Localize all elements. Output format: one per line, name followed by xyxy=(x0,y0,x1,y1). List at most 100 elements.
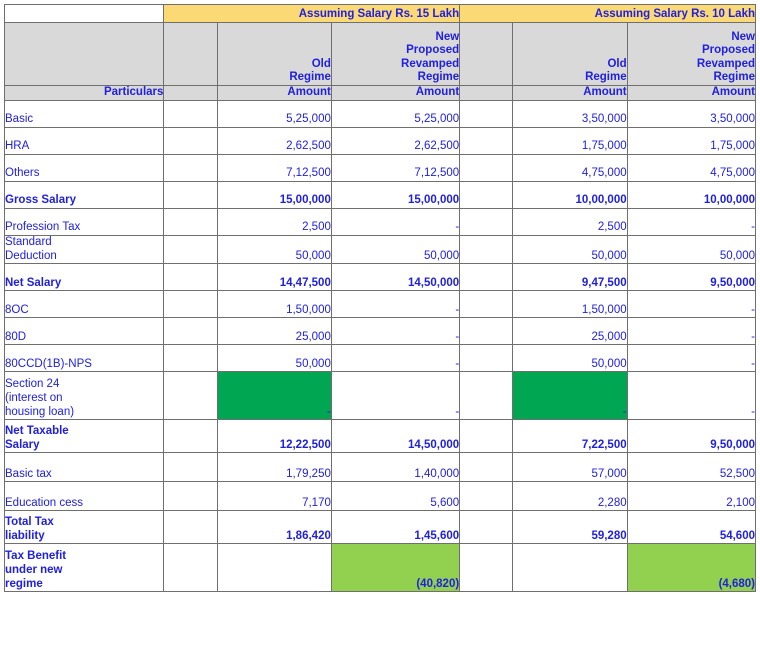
row-label-section24-line2: (interest on xyxy=(5,392,63,404)
row-old10-basic: 3,50,000 xyxy=(512,100,628,128)
regime-header-row: Old Regime New Proposed Revamped Regime … xyxy=(3,22,757,86)
row-gap-10-ptax xyxy=(459,208,514,236)
row-new10-benefit-highlight: (4,680) xyxy=(626,543,757,593)
table-row: Standard Deduction 50,000 50,000 50,000 … xyxy=(3,234,757,265)
row-gap-10-netsal xyxy=(459,263,514,292)
header-new-regime-10-line4: Regime xyxy=(713,71,755,84)
table-row: HRA 2,62,500 2,62,500 1,75,000 1,75,000 xyxy=(3,127,757,155)
table-row-summary: Net Taxable Salary 12,22,500 14,50,000 7… xyxy=(3,419,757,454)
row-label-tax-benefit-line1: Tax Benefit xyxy=(5,550,67,563)
row-label-hra: HRA xyxy=(3,127,165,155)
row-old10-80ccd: 50,000 xyxy=(512,344,628,373)
table-row: Basic tax 1,79,250 1,40,000 57,000 52,50… xyxy=(3,452,757,483)
row-gap-10-sec24 xyxy=(459,371,514,421)
row-old10-80c: 1,50,000 xyxy=(512,290,628,319)
row-old10-cess: 2,280 xyxy=(512,481,628,512)
row-gap-15-sec24 xyxy=(163,371,218,421)
row-gap-15-gross xyxy=(163,181,218,209)
row-new15-btax: 1,40,000 xyxy=(330,452,461,483)
row-new10-total: 54,600 xyxy=(626,510,757,545)
header-new-regime-10-line1: New xyxy=(731,30,755,43)
row-new15-benefit-highlight: (40,820) xyxy=(330,543,461,593)
row-old10-gross: 10,00,000 xyxy=(512,181,628,209)
row-label-total-tax-line2: liability xyxy=(5,529,45,542)
tax-comparison-table: Assuming Salary Rs. 15 Lakh Assuming Sal… xyxy=(3,4,757,593)
row-gap-15-cess xyxy=(163,481,218,512)
header-amount-new-10: Amount xyxy=(626,85,757,101)
table-row: Basic 5,25,000 5,25,000 3,50,000 3,50,00… xyxy=(3,100,757,128)
table-row: Education cess 7,170 5,600 2,280 2,100 xyxy=(3,481,757,512)
row-gap-15-benefit xyxy=(163,543,218,593)
header-old-regime-15-line1: Old xyxy=(311,57,331,70)
amount-header-row: Particulars Amount Amount Amount Amount xyxy=(3,85,757,101)
header-amount-new-15: Amount xyxy=(330,85,461,101)
row-old10-btax: 57,000 xyxy=(512,452,628,483)
header-amount-old-15: Amount xyxy=(216,85,332,101)
header-old-regime-10-line2: Regime xyxy=(585,71,627,84)
row-old10-benefit xyxy=(512,543,628,593)
row-new10-gross: 10,00,000 xyxy=(626,181,757,209)
header-amount-gap-10 xyxy=(459,85,514,101)
table-row: 80D 25,000 - 25,000 - xyxy=(3,317,757,346)
row-label-total-tax: Total Tax liability xyxy=(3,510,165,545)
row-old10-netsal: 9,47,500 xyxy=(512,263,628,292)
row-label-80c: 8OC xyxy=(3,290,165,319)
row-gap-15-ptax xyxy=(163,208,218,236)
row-label-80ccd: 80CCD(1B)-NPS xyxy=(3,344,165,373)
row-new15-basic: 5,25,000 xyxy=(330,100,461,128)
row-gap-15-sd xyxy=(163,234,218,265)
header-new-regime-10: New Proposed Revamped Regime xyxy=(626,22,757,86)
header-gap-15 xyxy=(163,22,218,86)
corner-blank-cell xyxy=(3,4,165,23)
row-old10-hra: 1,75,000 xyxy=(512,127,628,155)
row-new15-80c: - xyxy=(330,290,461,319)
row-old10-sec24-highlight: - xyxy=(512,371,628,421)
header-old-regime-15-line2: Regime xyxy=(289,71,331,84)
row-label-net-taxable-line1: Net Taxable xyxy=(5,425,69,437)
header-particulars-spacer xyxy=(3,22,165,86)
row-gap-10-80d xyxy=(459,317,514,346)
row-new15-cess: 5,600 xyxy=(330,481,461,512)
row-new15-others: 7,12,500 xyxy=(330,154,461,182)
table-row: Profession Tax 2,500 - 2,500 - xyxy=(3,208,757,236)
row-old10-nts: 7,22,500 xyxy=(512,419,628,454)
row-new15-netsal: 14,50,000 xyxy=(330,263,461,292)
row-old15-sd: 50,000 xyxy=(216,234,332,265)
table-row-summary: Gross Salary 15,00,000 15,00,000 10,00,0… xyxy=(3,181,757,209)
row-gap-10-sd xyxy=(459,234,514,265)
row-old10-total: 59,280 xyxy=(512,510,628,545)
row-new10-hra: 1,75,000 xyxy=(626,127,757,155)
row-new15-total: 1,45,600 xyxy=(330,510,461,545)
row-gap-15-basic xyxy=(163,100,218,128)
header-new-regime-15-line3: Revamped xyxy=(401,57,460,70)
row-label-section24-line1: Section 24 xyxy=(5,378,60,391)
row-old15-80d: 25,000 xyxy=(216,317,332,346)
row-new10-basic: 3,50,000 xyxy=(626,100,757,128)
row-gap-15-80ccd xyxy=(163,344,218,373)
row-new15-80ccd: - xyxy=(330,344,461,373)
row-gap-10-total xyxy=(459,510,514,545)
table-row-summary: Net Salary 14,47,500 14,50,000 9,47,500 … xyxy=(3,263,757,292)
row-gap-15-btax xyxy=(163,452,218,483)
header-old-regime-10-line1: Old xyxy=(607,57,627,70)
row-old15-80ccd: 50,000 xyxy=(216,344,332,373)
row-new10-others: 4,75,000 xyxy=(626,154,757,182)
row-gap-15-total xyxy=(163,510,218,545)
row-old10-others: 4,75,000 xyxy=(512,154,628,182)
row-gap-15-80d xyxy=(163,317,218,346)
table-row-section24: Section 24 (interest on housing loan) - … xyxy=(3,371,757,421)
row-gap-10-hra xyxy=(459,127,514,155)
row-label-net-taxable-salary: Net Taxable Salary xyxy=(3,419,165,454)
header-amount-gap-15 xyxy=(163,85,218,101)
row-old15-benefit xyxy=(216,543,332,593)
row-label-section24-line3: housing loan) xyxy=(5,405,75,418)
row-new10-nts: 9,50,000 xyxy=(626,419,757,454)
row-gap-10-cess xyxy=(459,481,514,512)
table-row: Others 7,12,500 7,12,500 4,75,000 4,75,0… xyxy=(3,154,757,182)
row-old15-others: 7,12,500 xyxy=(216,154,332,182)
row-old15-cess: 7,170 xyxy=(216,481,332,512)
row-new10-netsal: 9,50,000 xyxy=(626,263,757,292)
header-amount-old-10: Amount xyxy=(512,85,628,101)
row-old15-basic: 5,25,000 xyxy=(216,100,332,128)
header-particulars: Particulars xyxy=(3,85,165,101)
